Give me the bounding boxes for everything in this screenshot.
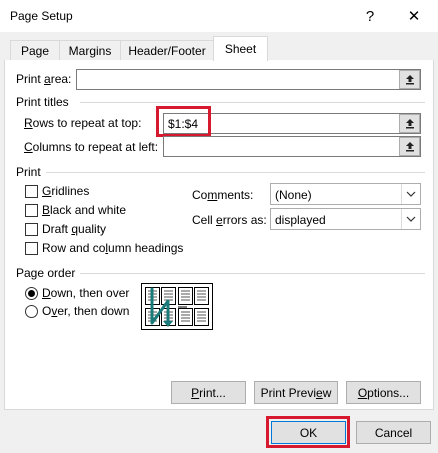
row-column-headings-label: Row and column headings <box>42 241 184 255</box>
help-icon: ? <box>365 7 375 25</box>
print-preview-button[interactable]: Print Previ e w <box>254 381 338 404</box>
over-then-down-radio[interactable] <box>25 305 38 318</box>
arrow-up-icon <box>405 75 414 85</box>
separator <box>80 273 425 274</box>
gridlines-checkbox[interactable] <box>25 185 38 198</box>
dialog-title: Page Setup <box>10 9 73 23</box>
close-button[interactable]: ✕ <box>394 0 434 32</box>
cell-errors-label: Cell errors as: <box>192 213 267 227</box>
print-area-field[interactable] <box>76 69 421 90</box>
draft-quality-label: Draft quality <box>42 222 107 236</box>
close-icon: ✕ <box>407 8 421 25</box>
print-button[interactable]: Print... <box>171 381 246 404</box>
tab-sheet[interactable]: Sheet <box>213 36 268 61</box>
columns-collapse-button[interactable] <box>399 137 420 156</box>
rows-to-repeat-label: Rows to repeat at top: <box>24 116 142 130</box>
down-then-over-label: Down, then over <box>42 286 130 300</box>
tab-page[interactable]: Page <box>10 40 60 60</box>
print-area-collapse-button[interactable] <box>399 70 420 89</box>
columns-to-repeat-field[interactable] <box>163 136 421 157</box>
rows-field-highlight <box>156 106 211 137</box>
print-area-label: Print area: <box>16 72 72 86</box>
chevron-down-icon <box>401 184 420 204</box>
page-order-section-label: Page order <box>16 266 76 280</box>
cell-errors-select[interactable]: displayed <box>270 208 421 230</box>
options-button[interactable]: Options... <box>346 381 421 404</box>
row-column-headings-checkbox[interactable] <box>25 242 38 255</box>
black-and-white-label: Black and white <box>42 203 127 217</box>
comments-label: Comments: <box>192 188 254 202</box>
rows-collapse-button[interactable] <box>399 114 420 133</box>
tab-margins[interactable]: Margins <box>59 40 121 60</box>
columns-to-repeat-label: Columns to repeat at left: <box>24 140 159 154</box>
help-button[interactable]: ? <box>350 0 390 32</box>
ok-button-highlight <box>266 416 350 448</box>
arrow-up-icon <box>405 119 414 129</box>
cancel-button[interactable]: Cancel <box>356 421 431 444</box>
draft-quality-checkbox[interactable] <box>25 223 38 236</box>
page-order-diagram <box>141 283 213 330</box>
over-then-down-label: Over, then down <box>42 304 130 318</box>
print-titles-section-label: Print titles <box>16 95 69 109</box>
print-section-label: Print <box>16 165 41 179</box>
separator <box>80 102 425 103</box>
down-then-over-radio[interactable] <box>25 287 38 300</box>
comments-select[interactable]: (None) <box>270 183 421 205</box>
separator <box>46 172 425 173</box>
gridlines-label: Gridlines <box>42 184 90 198</box>
tab-header-footer[interactable]: Header/Footer <box>120 40 214 60</box>
chevron-down-icon <box>401 209 420 229</box>
radio-selected-dot <box>28 290 35 297</box>
black-and-white-checkbox[interactable] <box>25 204 38 217</box>
arrow-up-icon <box>405 142 414 152</box>
